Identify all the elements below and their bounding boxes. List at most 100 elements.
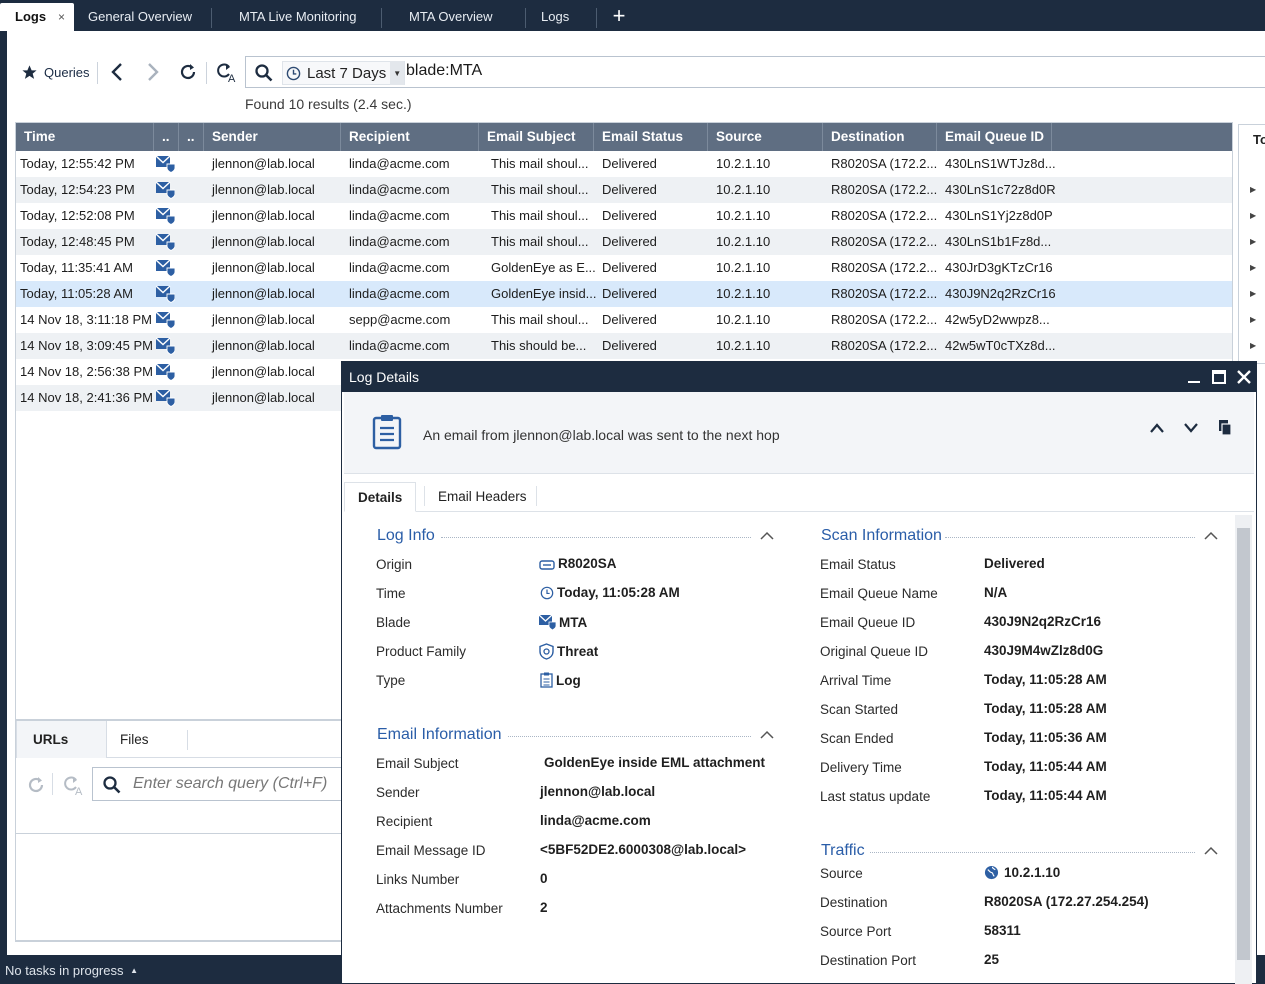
cell-destination: R8020SA (172.2...: [831, 156, 938, 171]
copy-icon[interactable]: [1218, 419, 1232, 436]
collapse-chevron-icon[interactable]: [1204, 846, 1218, 856]
tab-divider: [536, 486, 537, 506]
table-row[interactable]: Today, 11:05:28 AM jlennon@lab.local linda…: [16, 281, 1232, 307]
cell-queue-id: 430LnS1WTJz8d...: [945, 156, 1056, 171]
queries-button[interactable]: Queries: [21, 60, 90, 84]
table-row[interactable]: Today, 12:48:45 PM jlennon@lab.local linda…: [16, 229, 1232, 255]
tab-logs-active[interactable]: Logs ×: [0, 3, 74, 31]
col-header-recipient[interactable]: Recipient: [341, 123, 479, 151]
svg-text:A: A: [75, 786, 83, 796]
details-scrollbar[interactable]: [1235, 515, 1252, 984]
expand-arrow-icon[interactable]: ▶: [1250, 341, 1256, 350]
tab-email-headers[interactable]: Email Headers: [438, 482, 527, 512]
auto-refresh-icon[interactable]: A: [62, 774, 84, 796]
tab-label: Logs: [15, 9, 47, 24]
add-tab-button[interactable]: +: [608, 5, 630, 27]
forward-button[interactable]: [145, 60, 161, 84]
tab-files[interactable]: Files: [104, 721, 149, 758]
col-header-icon-2[interactable]: ..: [179, 123, 204, 151]
cell-status: Delivered: [602, 286, 657, 301]
expand-arrow-icon[interactable]: ▶: [1250, 263, 1256, 272]
cell-time: 14 Nov 18, 2:41:36 PM: [20, 390, 153, 405]
urls-search-field[interactable]: Enter search query (Ctrl+F): [92, 767, 356, 801]
col-header-icon-1[interactable]: ..: [154, 123, 179, 151]
cell-source: 10.2.1.10: [716, 286, 771, 301]
expand-arrow-icon[interactable]: ▶: [1250, 289, 1256, 298]
tab-urls[interactable]: URLs: [16, 721, 107, 758]
destination-port-value: 25: [984, 952, 1000, 967]
search-bar[interactable]: Last 7 Days ▼ blade:MTA: [245, 56, 1265, 88]
query-input[interactable]: blade:MTA: [406, 62, 482, 80]
maximize-icon[interactable]: [1211, 369, 1227, 385]
right-side-panel: To ▶ ▶ ▶ ▶ ▶ ▶ ▶: [1238, 124, 1265, 364]
section-title-traffic: Traffic: [821, 842, 865, 859]
time-text: Today, 11:05:28 AM: [557, 585, 680, 600]
clipboard-icon: [372, 415, 402, 450]
expand-arrow-icon[interactable]: ▶: [1250, 211, 1256, 220]
field-label: Attachments Number: [376, 901, 503, 916]
expand-arrow-icon[interactable]: ▶: [1250, 237, 1256, 246]
table-row[interactable]: Today, 12:54:23 PM jlennon@lab.local linda…: [16, 177, 1232, 203]
field-label: Scan Started: [820, 702, 899, 717]
table-row[interactable]: Today, 12:52:08 PM jlennon@lab.local linda…: [16, 203, 1232, 229]
section-divider: [441, 537, 751, 538]
status-text: No tasks in progress: [5, 963, 124, 978]
auto-refresh-button[interactable]: A: [215, 60, 237, 84]
table-row[interactable]: Today, 12:55:42 PM jlennon@lab.local linda…: [16, 151, 1232, 177]
tab-close-icon[interactable]: ×: [58, 3, 65, 31]
collapse-chevron-icon[interactable]: [1204, 531, 1218, 541]
cell-queue-id: 42w5yD2wwpz8...: [945, 312, 1050, 327]
tab-details[interactable]: Details: [344, 482, 417, 512]
mta-blade-icon: [156, 233, 175, 251]
col-header-email-subject[interactable]: Email Subject: [479, 123, 594, 151]
col-header-time[interactable]: Time: [16, 123, 154, 151]
col-header-destination[interactable]: Destination: [823, 123, 937, 151]
chevron-down-icon[interactable]: [1183, 421, 1199, 435]
caret-up-icon[interactable]: ▲: [130, 966, 138, 975]
tab-general-overview[interactable]: General Overview: [73, 3, 192, 31]
chevron-up-icon[interactable]: [1149, 421, 1165, 435]
col-header-email-queue-id[interactable]: Email Queue ID: [937, 123, 1052, 151]
scrollbar-thumb[interactable]: [1237, 528, 1250, 960]
col-header-email-status[interactable]: Email Status: [594, 123, 708, 151]
table-row[interactable]: 14 Nov 18, 3:11:18 PM jlennon@lab.local se…: [16, 307, 1232, 333]
field-label: Destination Port: [820, 953, 917, 968]
cell-destination: R8020SA (172.2...: [831, 338, 938, 353]
refresh-button[interactable]: [178, 60, 198, 84]
table-row[interactable]: Today, 11:35:41 AM jlennon@lab.local linda…: [16, 255, 1232, 281]
tab-logs[interactable]: Logs: [526, 3, 569, 31]
traffic-destination-value: R8020SA (172.27.254.254): [984, 894, 1149, 909]
field-label: Sender: [376, 785, 420, 800]
back-button[interactable]: [109, 60, 125, 84]
product-family-text: Threat: [557, 644, 599, 659]
expand-arrow-icon[interactable]: ▶: [1250, 185, 1256, 194]
tab-divider: [211, 8, 212, 28]
window-titlebar[interactable]: Log Details: [342, 362, 1256, 392]
mta-blade-icon: [156, 259, 175, 277]
log-summary-message: An email from jlennon@lab.local was sent…: [423, 427, 780, 443]
section-title-log-info: Log Info: [377, 527, 435, 544]
cell-recipient: linda@acme.com: [349, 338, 450, 353]
cell-recipient: linda@acme.com: [349, 260, 450, 275]
table-row[interactable]: 14 Nov 18, 3:09:45 PM jlennon@lab.local li…: [16, 333, 1232, 359]
tab-mta-live-monitoring[interactable]: MTA Live Monitoring: [224, 3, 357, 31]
tab-mta-overview[interactable]: MTA Overview: [394, 3, 493, 31]
close-icon[interactable]: [1236, 369, 1252, 385]
tab-label: MTA Live Monitoring: [239, 9, 357, 24]
search-icon[interactable]: [254, 63, 274, 83]
cell-sender: jlennon@lab.local: [212, 338, 315, 353]
collapse-chevron-icon[interactable]: [760, 531, 774, 541]
dropdown-arrow-icon[interactable]: ▼: [390, 61, 405, 85]
expand-arrow-icon[interactable]: ▶: [1250, 315, 1256, 324]
cell-queue-id: 430JrD3gKTzCr16: [945, 260, 1053, 275]
cell-subject: This mail shoul...: [491, 312, 589, 327]
col-header-source[interactable]: Source: [708, 123, 823, 151]
cell-status: Delivered: [602, 260, 657, 275]
col-header-sender[interactable]: Sender: [204, 123, 341, 151]
refresh-icon[interactable]: [26, 775, 46, 795]
auto-refresh-icon: A: [217, 63, 236, 83]
status-bar[interactable]: No tasks in progress ▲: [0, 956, 345, 984]
minimize-icon[interactable]: [1186, 369, 1202, 385]
collapse-chevron-icon[interactable]: [760, 730, 774, 740]
time-range-selector[interactable]: Last 7 Days ▼: [282, 61, 406, 85]
